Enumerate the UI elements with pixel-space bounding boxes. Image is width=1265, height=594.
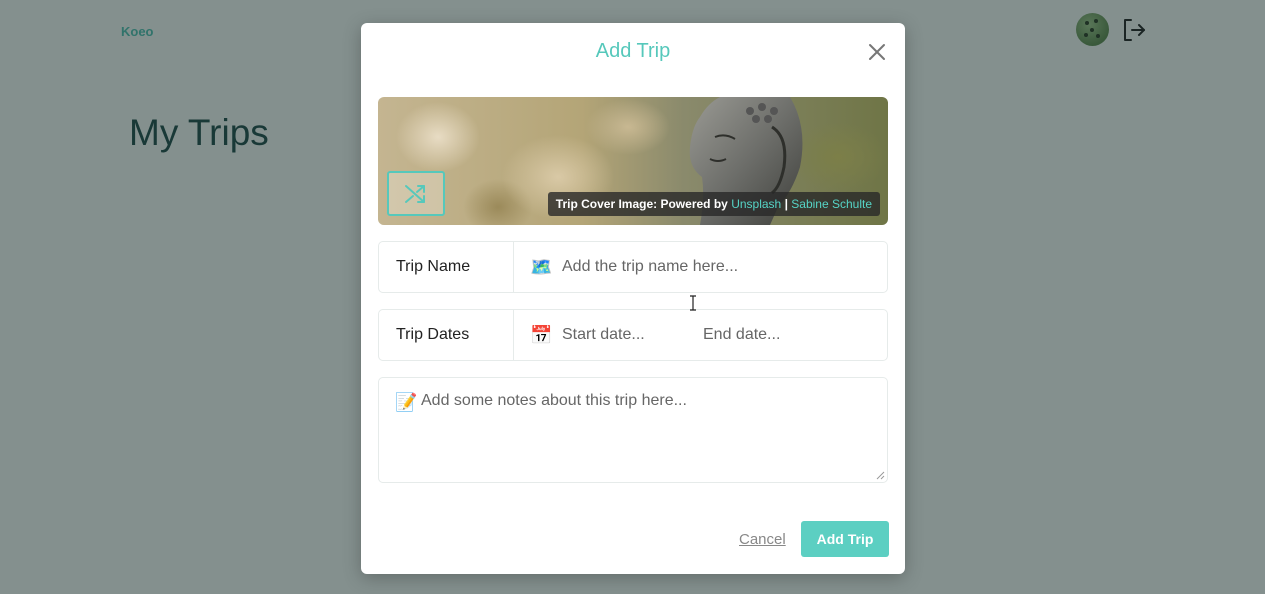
notes-box: 📝	[378, 377, 888, 483]
add-trip-button[interactable]: Add Trip	[801, 521, 889, 557]
memo-emoji-icon: 📝	[395, 392, 418, 412]
credit-prefix: Trip Cover Image: Powered by	[555, 197, 728, 211]
trip-cover-image: Trip Cover Image: Powered by Unsplash | …	[378, 97, 888, 225]
trip-name-input[interactable]	[562, 258, 862, 276]
trip-dates-row: Trip Dates 📅	[378, 309, 888, 361]
add-trip-modal: Add Trip Trip Cover Image: Powered by Un…	[361, 23, 905, 574]
cover-credit: Trip Cover Image: Powered by Unsplash | …	[547, 192, 880, 216]
shuffle-cover-button[interactable]	[387, 171, 445, 216]
modal-title: Add Trip	[595, 40, 671, 62]
trip-dates-label: Trip Dates	[379, 310, 514, 360]
text-cursor-icon	[690, 295, 696, 311]
notes-textarea[interactable]	[421, 392, 871, 468]
shuffle-icon	[405, 184, 425, 203]
credit-separator: |	[784, 197, 788, 211]
trip-name-row: Trip Name 🗺️	[378, 241, 888, 293]
close-icon[interactable]	[867, 42, 887, 62]
map-emoji-icon: 🗺️	[530, 256, 553, 277]
resize-handle-icon[interactable]	[876, 471, 885, 480]
calendar-emoji-icon: 📅	[530, 324, 553, 345]
start-date-input[interactable]	[562, 326, 703, 344]
cancel-button[interactable]: Cancel	[739, 531, 786, 548]
author-link[interactable]: Sabine Schulte	[791, 197, 872, 211]
unsplash-link[interactable]: Unsplash	[731, 197, 781, 211]
trip-name-label: Trip Name	[379, 242, 514, 292]
end-date-input[interactable]	[703, 326, 853, 344]
